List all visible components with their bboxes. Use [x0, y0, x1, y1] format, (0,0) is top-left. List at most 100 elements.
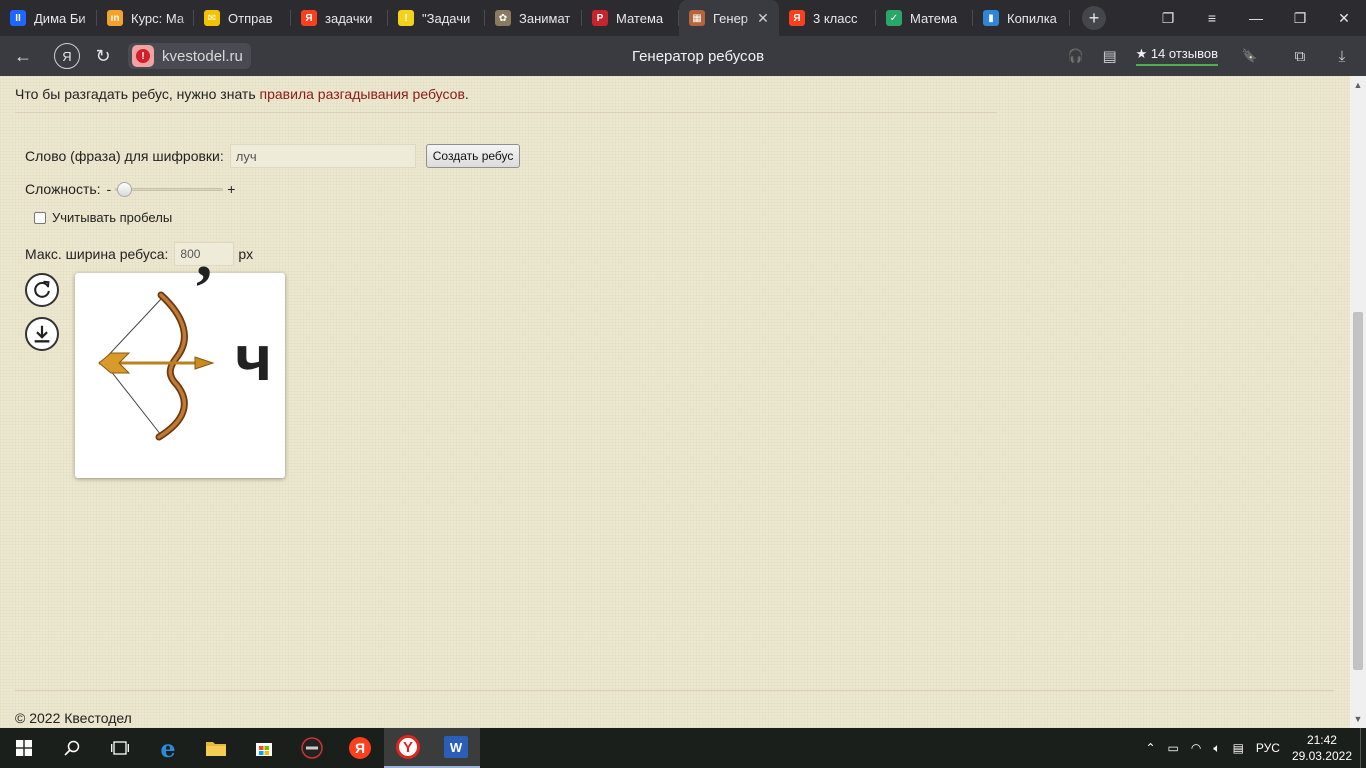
intro-period: . [464, 86, 469, 102]
bookmark-icon[interactable]: 🔖 [1236, 42, 1264, 70]
wifi-icon[interactable]: ◠ [1191, 741, 1201, 755]
toolbar-right: 🎧 ▤ ★ 14 отзывов 🔖 ⧉ ⤓ [1062, 36, 1366, 76]
tab-4[interactable]: ! "Задачи [388, 0, 485, 36]
window-controls: ❐ ≡ — ❐ ✕ [1146, 0, 1366, 36]
show-desktop-button[interactable] [1360, 728, 1366, 768]
yandex-icon[interactable]: Я [54, 43, 80, 69]
tab-2[interactable]: ✉ Отправ [194, 0, 291, 36]
tab-favicon-icon: Я [301, 10, 317, 26]
tab-favicon-icon: Я [789, 10, 805, 26]
tab-title: задачки [325, 10, 373, 26]
tab-3[interactable]: Язадачки [291, 0, 388, 36]
intro-text: Что бы разгадать ребус, нужно знать прав… [15, 86, 469, 102]
width-row: Макс. ширина ребуса: px [25, 242, 253, 266]
tab-6[interactable]: P Матема [582, 0, 679, 36]
slider-knob[interactable] [116, 182, 132, 197]
language-indicator[interactable]: РУС [1256, 741, 1280, 755]
search-icon[interactable] [48, 728, 96, 768]
tab-7[interactable]: ▦ Генер ✕ [679, 0, 779, 36]
difficulty-row: Сложность: - + [25, 181, 235, 197]
tab-favicon-icon: ▦ [689, 10, 705, 26]
minimize-button[interactable]: — [1234, 0, 1278, 36]
tab-favicon-icon: ✓ [886, 10, 902, 26]
rebus-card: ’ ч [75, 252, 285, 478]
notifications-icon[interactable]: ▤ [1233, 741, 1244, 755]
battery-icon[interactable]: ▭ [1168, 741, 1179, 755]
spaces-label: Учитывать пробелы [52, 210, 173, 225]
new-tab-button[interactable]: + [1082, 6, 1106, 30]
store-icon[interactable] [240, 728, 288, 768]
tab-title: Дима Би [34, 10, 86, 26]
tab-10[interactable]: ▮ Копилка [973, 0, 1070, 36]
tab-close-icon[interactable]: ✕ [755, 10, 771, 27]
file-explorer-icon[interactable] [192, 728, 240, 768]
tab-9[interactable]: ✓ Матема [876, 0, 973, 36]
reader-icon[interactable]: ▤ [1096, 42, 1124, 70]
footer-divider [15, 690, 1334, 691]
tab-title: Отправ [228, 10, 273, 26]
downloads-icon[interactable]: ⤓ [1328, 42, 1356, 70]
tab-favicon-icon: ! [398, 10, 414, 26]
browser-toolbar: ← Я ↻ ! kvestodel.ru Генератор ребусов 🎧… [0, 36, 1366, 76]
divider [15, 112, 997, 113]
rules-link[interactable]: правила разгадывания ребусов [260, 86, 465, 102]
menu-icon[interactable]: ≡ [1190, 0, 1234, 36]
download-button[interactable] [25, 317, 59, 351]
word-input[interactable] [229, 144, 416, 168]
clock-date: 29.03.2022 [1291, 749, 1352, 763]
tab-favicon-icon: ✉ [204, 10, 220, 26]
headphones-icon[interactable]: 🎧 [1062, 42, 1090, 70]
close-window-button[interactable]: ✕ [1322, 0, 1366, 36]
tab-favicon-icon: II [10, 10, 26, 26]
regenerate-button[interactable] [25, 273, 59, 307]
restore-button[interactable]: ❐ [1278, 0, 1322, 36]
rebus-letter: ч [235, 322, 273, 394]
address-bar[interactable]: ! kvestodel.ru [128, 43, 251, 69]
page-scrollbar[interactable]: ▲ ▼ [1350, 76, 1366, 728]
bow-and-arrow-image [98, 291, 215, 441]
difficulty-slider[interactable] [115, 182, 224, 197]
extensions-icon[interactable]: ⧉ [1286, 42, 1314, 70]
tab-title: Матема [616, 10, 664, 26]
windows-icon [16, 740, 32, 756]
spaces-row: Учитывать пробелы [34, 210, 172, 225]
word-icon[interactable]: W [432, 728, 480, 768]
start-button[interactable] [0, 728, 48, 768]
volume-icon[interactable]: 🔈︎ [1213, 741, 1220, 756]
task-view-icon[interactable] [96, 728, 144, 768]
tab-5[interactable]: ✿ Занимат [485, 0, 582, 36]
tab-title: Занимат [519, 10, 571, 26]
reload-icon[interactable]: ↻ [88, 41, 118, 71]
footer-copyright: © 2022 Квестодел [15, 710, 132, 726]
difficulty-label: Сложность: [25, 181, 101, 197]
scroll-down-icon[interactable]: ▼ [1350, 712, 1366, 726]
tab-title: Генер [713, 10, 749, 26]
tab-1[interactable]: ın Курс: Ма [97, 0, 194, 36]
tab-favicon-icon: ✿ [495, 10, 511, 26]
scroll-thumb[interactable] [1353, 312, 1363, 670]
security-warning-icon[interactable]: ! [132, 45, 154, 67]
tab-favicon-icon: ın [107, 10, 123, 26]
word-label: Слово (фраза) для шифровки: [25, 148, 224, 164]
spaces-checkbox[interactable] [34, 211, 46, 224]
tab-8[interactable]: Я 3 класс [779, 0, 876, 36]
scroll-up-icon[interactable]: ▲ [1350, 78, 1366, 92]
tab-strip: II Дима Би ın Курс: Ма ✉ Отправ Язадачки! "Зада… [0, 0, 1366, 36]
clock[interactable]: 21:42 29.03.2022 [1292, 732, 1352, 764]
edge-icon[interactable]: e [144, 728, 192, 768]
windows-taskbar: e Я Y W ⌃ ▭ ◠ 🔈︎ ▤ РУС 21:42 29.03.2022 [0, 728, 1366, 768]
tab-title: "Задачи [422, 10, 471, 26]
page-content: Что бы разгадать ребус, нужно знать прав… [0, 76, 1350, 728]
tab-favicon-icon: P [592, 10, 608, 26]
yandex-app-icon[interactable]: Я [336, 728, 384, 768]
create-rebus-button[interactable]: Создать ребус [425, 144, 521, 168]
collections-icon[interactable]: ❐ [1146, 0, 1190, 36]
reviews-button[interactable]: ★ 14 отзывов [1135, 46, 1218, 66]
yandex-browser-icon[interactable]: Y [384, 728, 432, 768]
asus-app-icon[interactable] [288, 728, 336, 768]
tab-0[interactable]: II Дима Би [0, 0, 97, 36]
word-row: Слово (фраза) для шифровки: Создать ребу… [25, 144, 521, 168]
back-icon[interactable]: ← [8, 41, 38, 71]
chevron-up-icon[interactable]: ⌃ [1145, 741, 1155, 755]
refresh-icon [34, 280, 50, 298]
